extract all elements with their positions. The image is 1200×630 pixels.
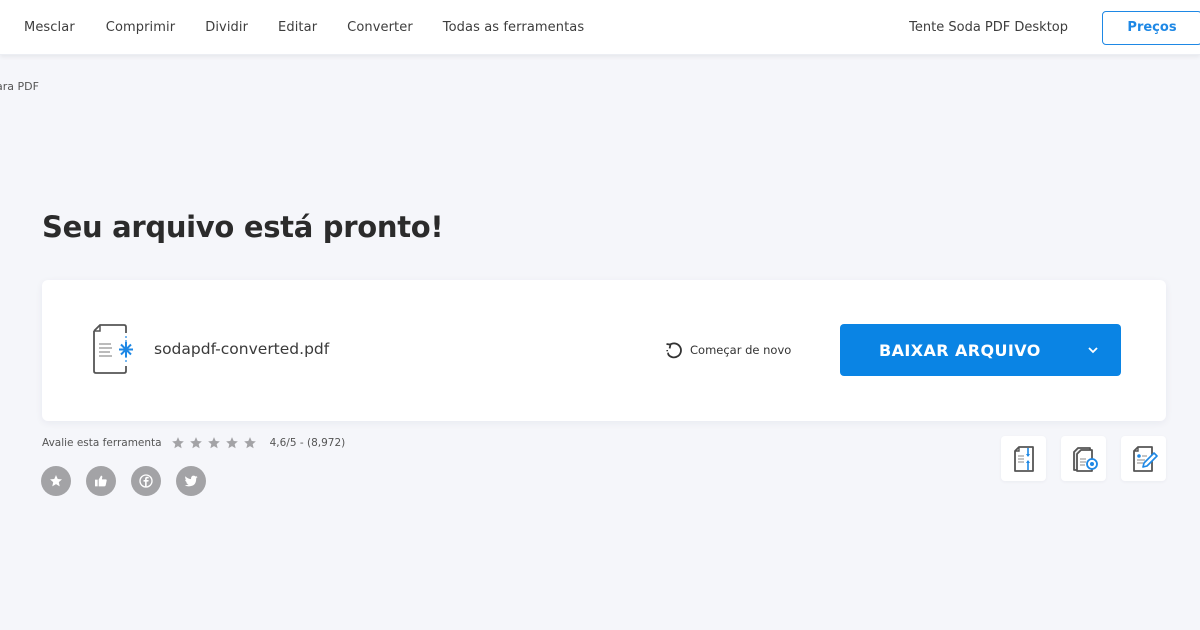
rating-score: 4,6/5 - (8,972): [269, 437, 346, 449]
nav-split[interactable]: Dividir: [205, 20, 248, 35]
chevron-down-icon[interactable]: [1087, 345, 1099, 355]
nav-merge[interactable]: Mesclar: [24, 20, 75, 35]
rating-stars: [171, 436, 261, 450]
restart-button[interactable]: Começar de novo: [664, 340, 791, 360]
related-tools: [1001, 436, 1181, 481]
file-name: sodapdf-converted.pdf: [154, 340, 330, 358]
nav-convert[interactable]: Converter: [347, 20, 413, 35]
like-button[interactable]: [86, 466, 116, 496]
pricing-button[interactable]: Preços: [1102, 10, 1200, 45]
star-icon[interactable]: [207, 436, 221, 450]
restart-icon: [666, 342, 682, 359]
try-desktop-link[interactable]: Tente Soda PDF Desktop: [909, 20, 1068, 35]
converted-file-icon: [93, 324, 133, 374]
download-label: BAIXAR ARQUIVO: [879, 341, 1041, 360]
result-card: sodapdf-converted.pdf Começar de novo BA…: [42, 280, 1166, 421]
facebook-button[interactable]: [131, 466, 161, 496]
nav-all-tools[interactable]: Todas as ferramentas: [443, 20, 584, 35]
facebook-icon: [139, 474, 153, 488]
social-buttons: [41, 466, 221, 496]
edit-tool-button[interactable]: [1121, 436, 1166, 481]
twitter-icon: [184, 475, 198, 487]
star-icon[interactable]: [189, 436, 203, 450]
restart-label: Começar de novo: [690, 343, 792, 357]
rating-row: Avalie esta ferramenta 4,6/5 - (8,972): [42, 436, 345, 450]
split-pdf-icon: [1013, 445, 1034, 472]
page-title: Seu arquivo está pronto!: [42, 210, 444, 244]
main-nav: Mesclar Comprimir Dividir Editar Convert…: [24, 0, 614, 55]
twitter-button[interactable]: [176, 466, 206, 496]
star-icon[interactable]: [171, 436, 185, 450]
split-tool-button[interactable]: [1001, 436, 1046, 481]
edit-pdf-icon: [1132, 445, 1158, 472]
download-button[interactable]: BAIXAR ARQUIVO: [840, 324, 1121, 376]
favorite-icon: [50, 475, 62, 487]
nav-edit[interactable]: Editar: [278, 20, 317, 35]
header-right: Tente Soda PDF Desktop Preços: [909, 0, 1200, 55]
star-icon[interactable]: [243, 436, 257, 450]
compress-pdf-icon: [1072, 446, 1098, 472]
star-icon[interactable]: [225, 436, 239, 450]
breadcrumb[interactable]: ara PDF: [0, 80, 39, 93]
like-icon: [95, 475, 107, 487]
favorite-button[interactable]: [41, 466, 71, 496]
nav-compress[interactable]: Comprimir: [106, 20, 175, 35]
compress-tool-button[interactable]: [1061, 436, 1106, 481]
rating-label: Avalie esta ferramenta: [42, 437, 162, 449]
top-header: Mesclar Comprimir Dividir Editar Convert…: [0, 0, 1200, 55]
